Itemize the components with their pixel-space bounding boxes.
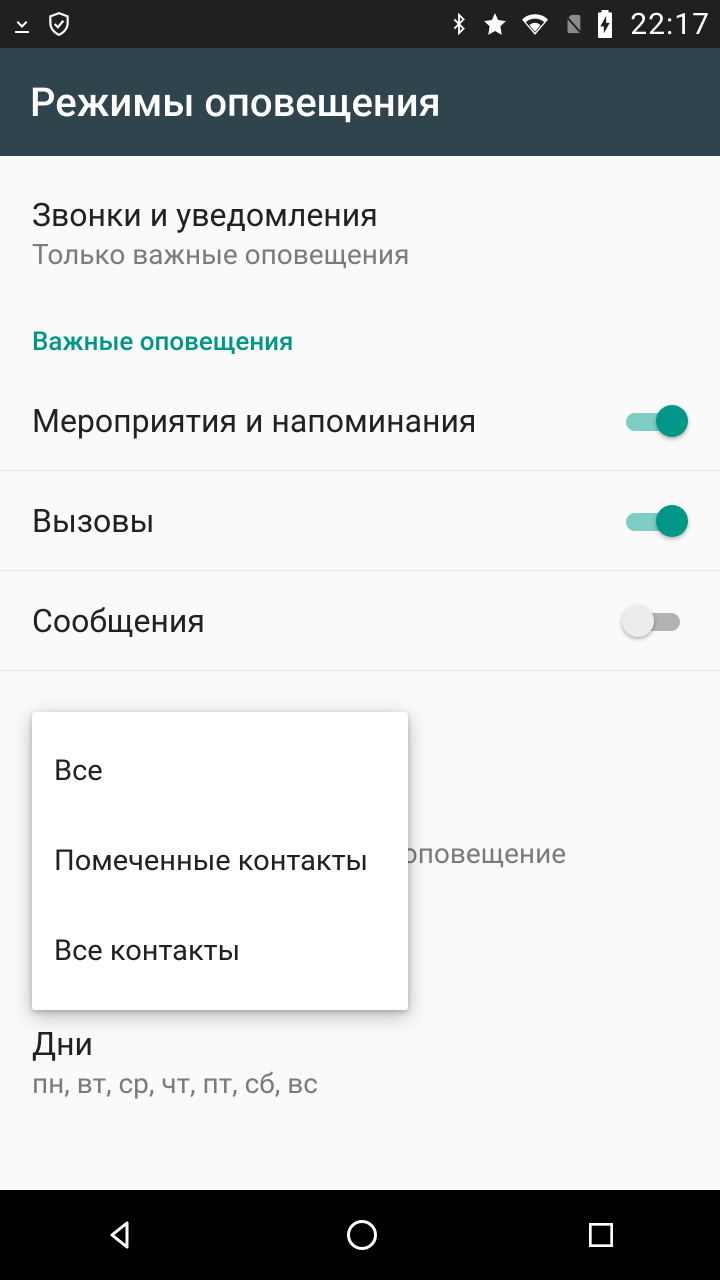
row-title: Звонки и уведомления: [32, 196, 688, 234]
menu-item-starred-contacts[interactable]: Помеченные контакты: [32, 816, 408, 906]
row-events-reminders[interactable]: Мероприятия и напоминания: [0, 371, 720, 471]
battery-charging-icon: [596, 10, 614, 38]
status-bar: 22:17: [0, 0, 720, 48]
dropdown-menu: Все Помеченные контакты Все контакты: [32, 712, 408, 1010]
navigation-bar: [0, 1190, 720, 1280]
app-bar: Режимы оповещения: [0, 48, 720, 156]
row-title: Вызовы: [32, 502, 622, 540]
row-calls[interactable]: Вызовы: [0, 471, 720, 571]
section-important: Важные оповещения: [0, 295, 720, 371]
row-subtitle: Только важные оповещения: [32, 238, 688, 271]
row-title: Сообщения: [32, 602, 622, 640]
nav-home-button[interactable]: [344, 1217, 380, 1253]
row-days[interactable]: Дни пн, вт, ср, чт, пт, сб, вс: [0, 1001, 720, 1124]
page-title: Режимы оповещения: [30, 79, 441, 126]
wifi-icon: [520, 11, 550, 37]
star-icon: [482, 11, 508, 37]
download-icon: [10, 12, 34, 36]
row-title: Мероприятия и напоминания: [32, 402, 622, 440]
bluetooth-icon: [448, 11, 470, 37]
nav-recent-button[interactable]: [585, 1219, 617, 1251]
status-left: [10, 11, 72, 37]
switch-messages[interactable]: [622, 601, 688, 641]
switch-calls[interactable]: [622, 501, 688, 541]
row-subtitle: пн, вт, ср, чт, пт, сб, вс: [32, 1067, 688, 1100]
menu-item-all-contacts[interactable]: Все контакты: [32, 906, 408, 996]
shield-check-icon: [46, 11, 72, 37]
row-messages[interactable]: Сообщения: [0, 571, 720, 671]
switch-events-reminders[interactable]: [622, 401, 688, 441]
menu-item-all[interactable]: Все: [32, 726, 408, 816]
row-calls-notifications[interactable]: Звонки и уведомления Только важные опове…: [0, 156, 720, 295]
status-right: 22:17: [448, 7, 710, 42]
nav-back-button[interactable]: [103, 1217, 139, 1253]
row-title: Дни: [32, 1025, 688, 1063]
status-clock: 22:17: [630, 7, 710, 42]
no-sim-icon: [562, 11, 584, 37]
